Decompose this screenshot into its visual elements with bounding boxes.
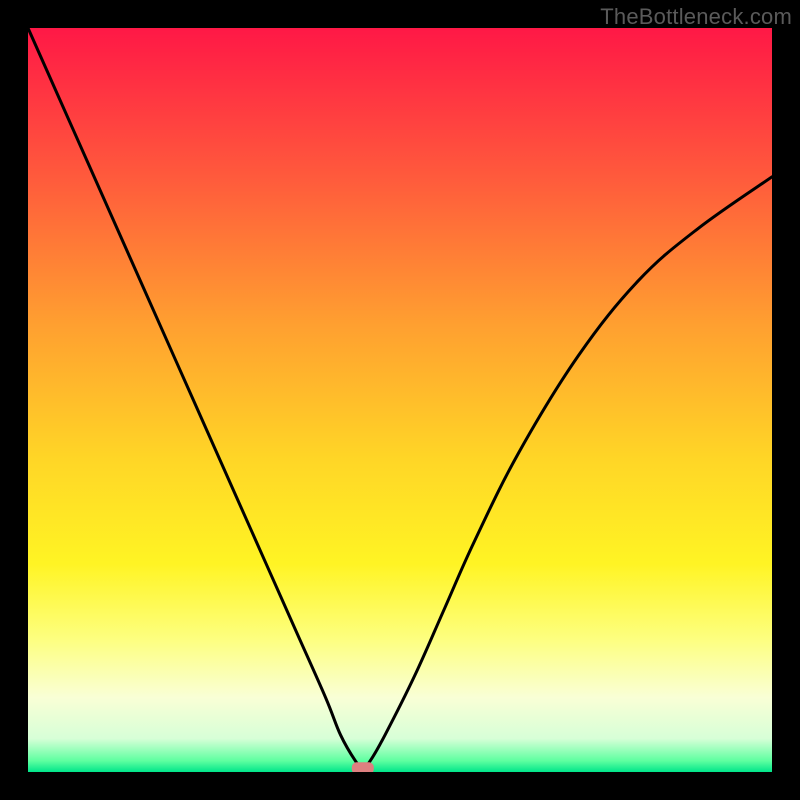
optimal-marker: [352, 762, 374, 772]
watermark-text: TheBottleneck.com: [600, 4, 792, 30]
chart-frame: TheBottleneck.com: [0, 0, 800, 800]
bottleneck-chart: [28, 28, 772, 772]
plot-area: [28, 28, 772, 772]
gradient-background: [28, 28, 772, 772]
